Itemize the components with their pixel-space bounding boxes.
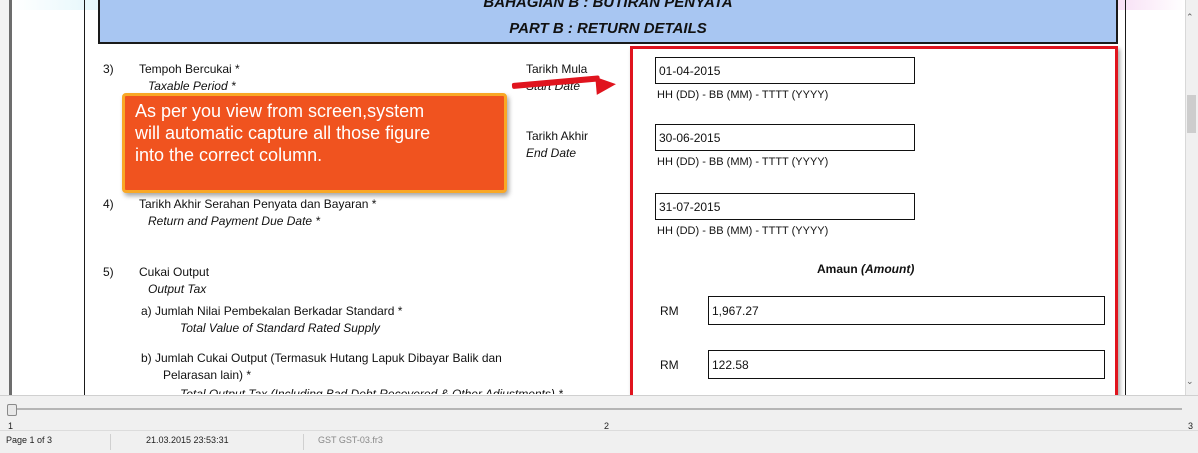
due-date-label-malay: Tarikh Akhir Serahan Penyata dan Bayaran… <box>139 197 377 211</box>
end-date-label-malay: Tarikh Akhir <box>526 129 589 143</box>
highlight-frame <box>630 46 1118 398</box>
end-date-label: End Date <box>526 146 577 160</box>
header-title-english: PART B : RETURN DETAILS <box>509 20 707 37</box>
callout-text: As per you view from screen,system will … <box>135 101 431 165</box>
total-output-tax-label: Total Output Tax (Including Bad Debt Rec… <box>180 387 563 394</box>
vertical-scrollbar[interactable] <box>1185 0 1198 395</box>
scroll-down-icon[interactable]: ⌄ <box>1186 376 1194 387</box>
start-date-label-malay: Tarikh Mula <box>526 62 588 76</box>
page-slider-handle[interactable] <box>7 404 17 416</box>
status-bar: Page 1 of 3 21.03.2015 23:53:31 GST GST-… <box>0 430 1198 453</box>
section-header: BAHAGIAN B : BUTIRAN PENYATA PART B : RE… <box>98 0 1118 44</box>
output-tax-label-malay: Cukai Output <box>139 265 210 279</box>
annotation-callout: As per you view from screen,system will … <box>122 93 507 193</box>
taxable-period-label: Taxable Period * <box>148 79 236 93</box>
annotation-arrow-head <box>595 75 617 95</box>
report-timestamp: 21.03.2015 23:53:31 <box>146 435 229 445</box>
section-4-number: 4) <box>103 197 114 211</box>
standard-rated-supply-label-malay: a) Jumlah Nilai Pembekalan Berkadar Stan… <box>141 304 403 318</box>
status-divider <box>303 434 304 450</box>
section-5-number: 5) <box>103 265 114 279</box>
taxable-period-label-malay: Tempoh Bercukai * <box>139 62 240 76</box>
scrollbar-thumb[interactable] <box>1187 95 1196 133</box>
status-divider <box>110 434 111 450</box>
due-date-label: Return and Payment Due Date * <box>148 214 321 228</box>
header-title-malay: BAHAGIAN B : BUTIRAN PENYATA <box>483 0 733 11</box>
section-3-number: 3) <box>103 62 114 76</box>
total-output-tax-label-malay-cont: Pelarasan lain) * <box>163 368 252 382</box>
report-filename: GST GST-03.fr3 <box>318 435 383 445</box>
output-tax-label: Output Tax <box>148 282 207 296</box>
scroll-up-icon[interactable]: ⌃ <box>1186 12 1194 23</box>
left-margin <box>0 0 12 395</box>
standard-rated-supply-label: Total Value of Standard Rated Supply <box>180 321 380 335</box>
page-slider-bar: 1 2 3 <box>0 395 1198 431</box>
page-slider-track[interactable] <box>16 408 1182 410</box>
page-indicator: Page 1 of 3 <box>6 435 53 445</box>
total-output-tax-label-malay: b) Jumlah Cukai Output (Termasuk Hutang … <box>141 351 502 365</box>
